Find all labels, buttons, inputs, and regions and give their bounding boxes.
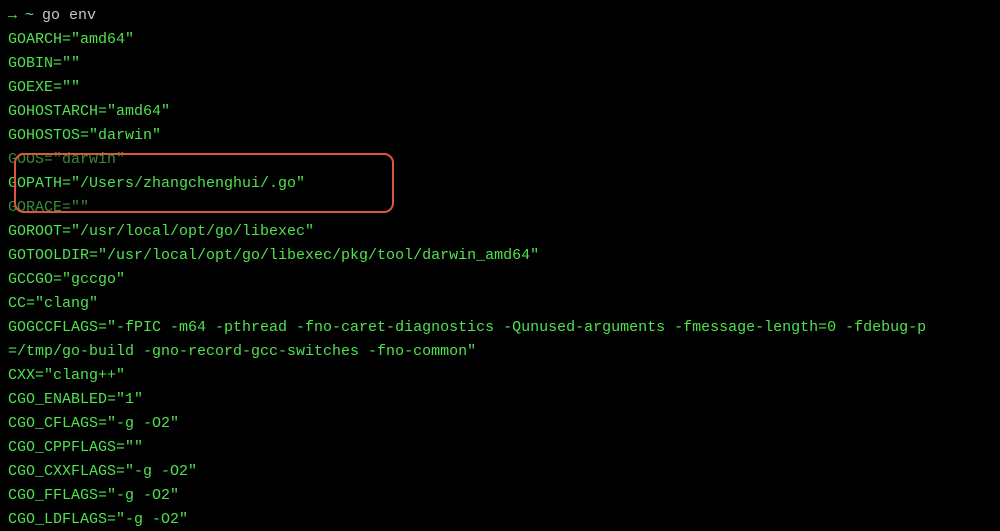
env-gogccflags-cont: =/tmp/go-build -gno-record-gcc-switches … <box>8 340 992 364</box>
env-gogccflags: GOGCCFLAGS="-fPIC -m64 -pthread -fno-car… <box>8 316 992 340</box>
command-text: go env <box>42 4 96 28</box>
env-gohostarch: GOHOSTARCH="amd64" <box>8 100 992 124</box>
env-goarch: GOARCH="amd64" <box>8 28 992 52</box>
prompt-path: ~ <box>25 4 34 28</box>
env-cc: CC="clang" <box>8 292 992 316</box>
env-cgo-cflags: CGO_CFLAGS="-g -O2" <box>8 412 992 436</box>
env-gccgo: GCCGO="gccgo" <box>8 268 992 292</box>
env-cgo-ldflags: CGO_LDFLAGS="-g -O2" <box>8 508 992 531</box>
env-cgo-cppflags: CGO_CPPFLAGS="" <box>8 436 992 460</box>
env-cgo-cxxflags: CGO_CXXFLAGS="-g -O2" <box>8 460 992 484</box>
terminal-output: → ~ go env GOARCH="amd64" GOBIN="" GOEXE… <box>8 4 992 531</box>
env-gohostos: GOHOSTOS="darwin" <box>8 124 992 148</box>
env-goos: GOOS="darwin" <box>8 148 992 172</box>
env-gobin: GOBIN="" <box>8 52 992 76</box>
env-goexe: GOEXE="" <box>8 76 992 100</box>
env-cgo-enabled: CGO_ENABLED="1" <box>8 388 992 412</box>
env-gorace: GORACE="" <box>8 196 992 220</box>
env-gotooldir: GOTOOLDIR="/usr/local/opt/go/libexec/pkg… <box>8 244 992 268</box>
env-cxx: CXX="clang++" <box>8 364 992 388</box>
env-cgo-fflags: CGO_FFLAGS="-g -O2" <box>8 484 992 508</box>
prompt-line: → ~ go env <box>8 4 992 28</box>
env-gopath: GOPATH="/Users/zhangchenghui/.go" <box>8 172 992 196</box>
env-goroot: GOROOT="/usr/local/opt/go/libexec" <box>8 220 992 244</box>
prompt-arrow-icon: → <box>8 4 17 28</box>
